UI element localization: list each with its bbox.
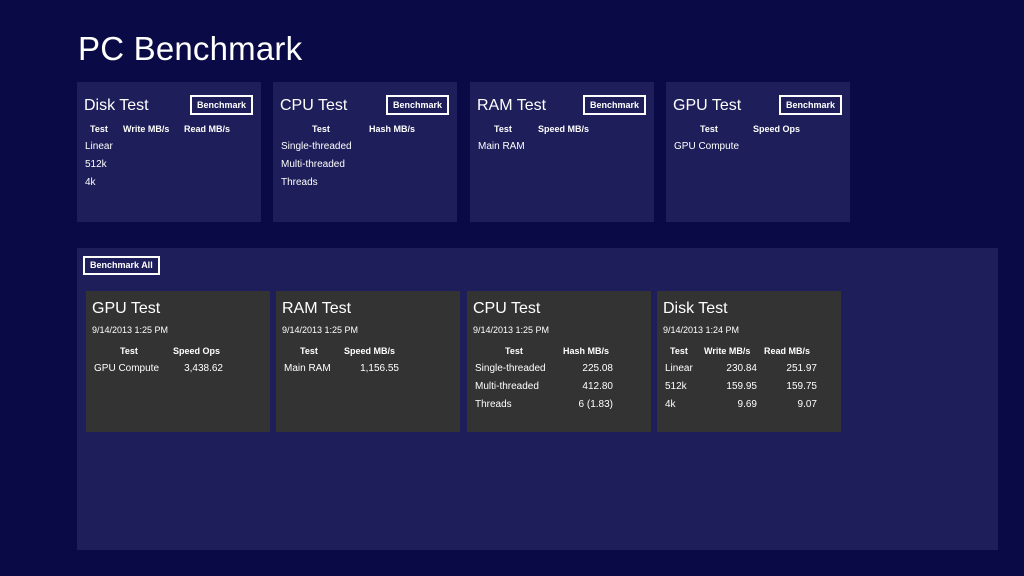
result-title: GPU Test bbox=[92, 300, 161, 317]
header-speed: Speed Ops bbox=[173, 346, 221, 356]
ram-test-tile: RAM Test Benchmark Test Speed MB/s Main … bbox=[470, 82, 654, 222]
result-date: 9/14/2013 1:24 PM bbox=[663, 325, 740, 335]
header-test: Test bbox=[505, 346, 523, 356]
row-label: Single-threaded bbox=[281, 141, 352, 152]
result-date: 9/14/2013 1:25 PM bbox=[282, 325, 359, 335]
row-value-write: 230.84 bbox=[726, 363, 757, 374]
header-test: Test bbox=[90, 124, 108, 134]
row-label: Linear bbox=[85, 141, 113, 152]
header-read: Read MB/s bbox=[764, 346, 811, 356]
row-label: Linear bbox=[665, 363, 693, 374]
header-write: Write MB/s bbox=[123, 124, 170, 134]
gpu-test-tile: GPU Test Benchmark Test Speed Ops GPU Co… bbox=[666, 82, 850, 222]
header-test: Test bbox=[670, 346, 688, 356]
row-label: 512k bbox=[85, 159, 107, 170]
disk-benchmark-button[interactable]: Benchmark bbox=[189, 95, 253, 115]
header-speed: Speed Ops bbox=[753, 124, 801, 134]
row-label: Multi-threaded bbox=[475, 381, 539, 392]
gpu-benchmark-button[interactable]: Benchmark bbox=[778, 95, 842, 115]
row-label: GPU Compute bbox=[94, 363, 160, 374]
header-test: Test bbox=[494, 124, 512, 134]
row-value-write: 159.95 bbox=[726, 381, 757, 392]
results-panel: Benchmark All GPU Test 9/14/2013 1:25 PM… bbox=[77, 248, 998, 550]
result-title: RAM Test bbox=[282, 300, 352, 317]
row-value-read: 159.75 bbox=[786, 381, 817, 392]
row-value-read: 251.97 bbox=[786, 363, 817, 374]
header-read: Read MB/s bbox=[184, 124, 231, 134]
row-value: 3,438.62 bbox=[184, 363, 223, 374]
disk-test-tile: Disk Test Benchmark Test Write MB/s Read… bbox=[77, 82, 261, 222]
result-date: 9/14/2013 1:25 PM bbox=[473, 325, 550, 335]
row-label: Threads bbox=[281, 177, 318, 188]
cpu-test-tile: CPU Test Benchmark Test Hash MB/s Single… bbox=[273, 82, 457, 222]
header-test: Test bbox=[700, 124, 718, 134]
row-label: 4k bbox=[665, 399, 676, 410]
cpu-test-title: CPU Test bbox=[280, 97, 348, 114]
row-label: GPU Compute bbox=[674, 141, 740, 152]
row-label: Multi-threaded bbox=[281, 159, 345, 170]
cpu-result-tile[interactable]: CPU Test 9/14/2013 1:25 PM Test Hash MB/… bbox=[467, 291, 651, 432]
ram-benchmark-button[interactable]: Benchmark bbox=[582, 95, 646, 115]
disk-test-title: Disk Test bbox=[84, 97, 149, 114]
header-hash: Hash MB/s bbox=[563, 346, 610, 356]
ram-test-title: RAM Test bbox=[477, 97, 547, 114]
row-value-read: 9.07 bbox=[797, 399, 817, 410]
header-test: Test bbox=[312, 124, 330, 134]
ram-result-tile[interactable]: RAM Test 9/14/2013 1:25 PM Test Speed MB… bbox=[276, 291, 460, 432]
row-label: Main RAM bbox=[478, 141, 525, 152]
result-title: Disk Test bbox=[663, 300, 728, 317]
disk-result-tile[interactable]: Disk Test 9/14/2013 1:24 PM Test Write M… bbox=[657, 291, 841, 432]
gpu-test-title: GPU Test bbox=[673, 97, 742, 114]
header-test: Test bbox=[120, 346, 138, 356]
header-write: Write MB/s bbox=[704, 346, 751, 356]
header-speed: Speed MB/s bbox=[538, 124, 590, 134]
header-hash: Hash MB/s bbox=[369, 124, 416, 134]
row-label: 512k bbox=[665, 381, 687, 392]
cpu-benchmark-button[interactable]: Benchmark bbox=[385, 95, 449, 115]
row-label: Main RAM bbox=[284, 363, 331, 374]
header-speed: Speed MB/s bbox=[344, 346, 396, 356]
row-label: Single-threaded bbox=[475, 363, 546, 374]
page-title: PC Benchmark bbox=[78, 30, 303, 67]
row-value: 225.08 bbox=[582, 363, 613, 374]
benchmark-all-button[interactable]: Benchmark All bbox=[83, 256, 160, 275]
row-label: Threads bbox=[475, 399, 512, 410]
row-value: 412.80 bbox=[582, 381, 613, 392]
row-value-write: 9.69 bbox=[737, 399, 757, 410]
row-value: 6 (1.83) bbox=[578, 399, 613, 410]
row-value: 1,156.55 bbox=[360, 363, 399, 374]
gpu-result-tile[interactable]: GPU Test 9/14/2013 1:25 PM Test Speed Op… bbox=[86, 291, 270, 432]
row-label: 4k bbox=[85, 177, 96, 188]
result-date: 9/14/2013 1:25 PM bbox=[92, 325, 169, 335]
header-test: Test bbox=[300, 346, 318, 356]
result-title: CPU Test bbox=[473, 300, 541, 317]
